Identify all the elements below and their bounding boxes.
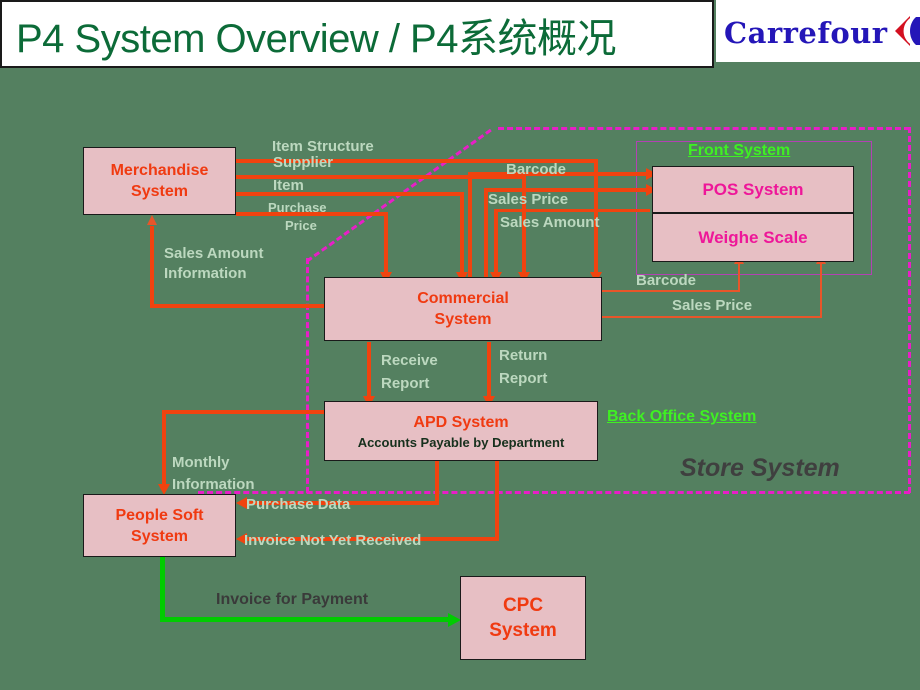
- store-boundary-bottom: [198, 491, 910, 494]
- flow-sales-price-bottom-label: Sales Price: [672, 297, 753, 314]
- merchandise-system-title-2: System: [131, 183, 188, 200]
- slide-canvas: P4 System Overview / P4系统概况 Carrefour Fr…: [0, 0, 920, 690]
- flow-purchase-label: Purchase: [268, 200, 327, 215]
- flow-barcode-bottom-v: [738, 262, 740, 292]
- merchandise-system-title: Merchandise: [110, 162, 209, 179]
- page-title-en: P4 System Overview / P4: [16, 17, 458, 61]
- apd-system-box[interactable]: APD System Accounts Payable by Departmen…: [324, 401, 598, 461]
- flow-receive-report-v: [367, 342, 371, 400]
- flow-sales-amount-info-label-2: Information: [164, 265, 247, 282]
- brand-logo: Carrefour: [716, 0, 920, 62]
- flow-price-label: Price: [285, 218, 317, 233]
- flow-barcode-top-label: Barcode: [506, 161, 567, 178]
- flow-barcode-bottom-h: [602, 290, 740, 292]
- people-soft-system-box[interactable]: People Soft System: [83, 494, 236, 557]
- weighe-scale-title: Weighe Scale: [698, 228, 808, 247]
- pos-system-title: POS System: [702, 180, 804, 199]
- store-boundary-top: [498, 127, 910, 130]
- people-soft-system-title: People Soft: [115, 506, 204, 524]
- flow-monthly-info-v: [162, 410, 166, 486]
- apd-system-subtitle: Accounts Payable by Department: [357, 434, 565, 450]
- flow-sales-amount-info-v: [150, 226, 154, 308]
- flow-sales-amount-top-h: [494, 209, 650, 212]
- flow-purchase-data-label: Purchase Data: [246, 496, 351, 513]
- flow-purchase-price-v: [384, 212, 388, 277]
- flow-sales-amount-top-label: Sales Amount: [500, 214, 600, 231]
- flow-monthly-info-label-2: Information: [172, 476, 255, 493]
- flow-sales-amount-info-h: [150, 304, 325, 308]
- flow-return-report-label-2: Report: [499, 370, 548, 387]
- front-system-label: Front System: [688, 142, 791, 159]
- cpc-system-box[interactable]: CPC System: [460, 576, 586, 660]
- pos-system-box[interactable]: POS System: [652, 166, 854, 213]
- cpc-system-title: CPC: [502, 595, 544, 616]
- page-title: P4 System Overview / P4系统概况: [16, 6, 616, 64]
- page-title-cn: 系统概况: [457, 16, 617, 62]
- flow-sales-price-bottom-v: [820, 262, 822, 318]
- flow-sales-amount-top-v: [494, 209, 498, 277]
- apd-system-title: APD System: [413, 413, 509, 431]
- flow-sales-price-bottom-h: [602, 316, 822, 318]
- carrefour-chevron-icon: [895, 16, 920, 46]
- store-boundary-right: [908, 127, 911, 493]
- flow-sales-amount-info-arrow: [147, 215, 157, 225]
- store-boundary-left: [306, 258, 309, 493]
- merchandise-system-box[interactable]: Merchandise System: [83, 147, 236, 215]
- flow-return-report-label-1: Return: [499, 347, 548, 364]
- store-system-label: Store System: [680, 454, 840, 482]
- cpc-system-title-2: System: [489, 620, 557, 641]
- title-bar: P4 System Overview / P4系统概况: [0, 0, 714, 68]
- flow-item-h: [236, 192, 464, 196]
- flow-barcode-bottom-label: Barcode: [636, 272, 697, 289]
- flow-invoice-payment-v: [160, 556, 165, 621]
- weighe-scale-box[interactable]: Weighe Scale: [652, 213, 854, 262]
- flow-purchase-data-v: [435, 460, 439, 505]
- flow-return-report-v: [487, 342, 491, 400]
- flow-receive-report-label-1: Receive: [381, 352, 438, 369]
- back-office-system-label: Back Office System: [607, 408, 757, 425]
- people-soft-system-title-2: System: [131, 527, 188, 545]
- flow-receive-report-label-2: Report: [381, 375, 430, 392]
- commercial-system-title: Commercial: [417, 290, 509, 307]
- commercial-system-title-2: System: [434, 311, 492, 328]
- flow-supplier-label: Supplier: [273, 154, 334, 171]
- flow-monthly-info-label-1: Monthly: [172, 454, 230, 471]
- brand-name: Carrefour: [724, 16, 888, 50]
- flow-invoice-not-received-v: [495, 460, 499, 540]
- commercial-system-box[interactable]: Commercial System: [324, 277, 602, 341]
- flow-item-v: [460, 192, 464, 277]
- flow-sales-price-top-label: Sales Price: [488, 191, 569, 208]
- flow-barcode-top-v: [468, 172, 472, 282]
- flow-invoice-payment-label: Invoice for Payment: [216, 591, 369, 608]
- flow-monthly-info-h: [162, 410, 330, 414]
- flow-sales-amount-info-label-1: Sales Amount: [164, 245, 264, 262]
- flow-invoice-payment-h: [160, 617, 450, 622]
- flow-item-label: Item: [273, 177, 304, 194]
- flow-invoice-not-received-label: Invoice Not Yet Received: [244, 532, 422, 549]
